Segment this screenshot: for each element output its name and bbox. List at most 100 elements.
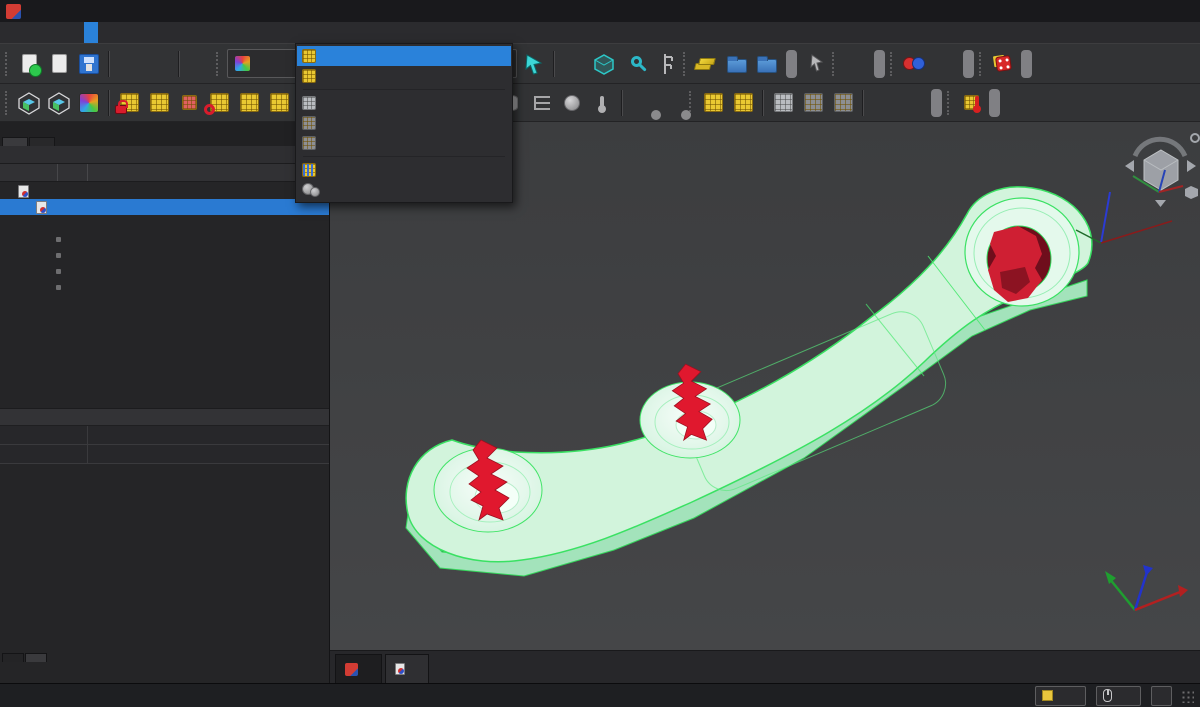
constraint-fixed-button[interactable] bbox=[114, 88, 144, 118]
tree-row-solver[interactable] bbox=[0, 279, 329, 295]
menu-solve[interactable] bbox=[98, 22, 112, 43]
mesh-thermal-button[interactable] bbox=[956, 88, 986, 118]
toolbar-grip[interactable] bbox=[5, 51, 10, 76]
tree-row-analysis[interactable] bbox=[0, 215, 329, 231]
mesh-group-button[interactable] bbox=[828, 88, 858, 118]
toolbar-grip[interactable] bbox=[216, 51, 221, 76]
mesh-refine-button[interactable] bbox=[798, 88, 828, 118]
property-value[interactable] bbox=[88, 445, 329, 463]
thermal-button[interactable] bbox=[587, 88, 617, 118]
resize-grip[interactable] bbox=[1180, 688, 1194, 703]
measure-button[interactable] bbox=[651, 49, 681, 79]
menu-item-fem-mesh-to-mesh[interactable] bbox=[297, 180, 511, 200]
menu-help[interactable] bbox=[154, 22, 168, 43]
menu-macro[interactable] bbox=[56, 22, 70, 43]
gmsh-mesh-button[interactable] bbox=[728, 88, 758, 118]
analysis-delete-button[interactable] bbox=[44, 88, 74, 118]
toolbar-grip[interactable] bbox=[947, 90, 952, 115]
property-row-placement[interactable] bbox=[0, 426, 329, 445]
constraint-displacement-button[interactable] bbox=[174, 88, 204, 118]
solver-settings-button[interactable] bbox=[627, 88, 661, 120]
mesh-convert-button[interactable] bbox=[868, 88, 898, 118]
export-button[interactable] bbox=[752, 49, 782, 79]
toolbar-expander[interactable] bbox=[963, 49, 974, 78]
toolbar-grip[interactable] bbox=[683, 51, 688, 76]
property-group-base[interactable] bbox=[0, 409, 329, 426]
text-annotation-button[interactable] bbox=[841, 49, 871, 79]
zoom-button[interactable] bbox=[620, 49, 650, 79]
tree-row-constraint-force[interactable] bbox=[0, 247, 329, 263]
menu-model[interactable] bbox=[70, 22, 84, 43]
tab-start-page[interactable] bbox=[335, 654, 382, 683]
toolbar-grip[interactable] bbox=[890, 51, 895, 76]
constraint-pulley-button[interactable] bbox=[234, 88, 264, 118]
toolbar-expander[interactable] bbox=[786, 49, 797, 78]
dimension-selector[interactable] bbox=[1151, 685, 1172, 706]
select-tool-button[interactable] bbox=[519, 49, 549, 79]
constraint-force-button[interactable] bbox=[144, 88, 174, 118]
new-document-button[interactable] bbox=[14, 49, 44, 79]
clipping-off-button[interactable] bbox=[898, 88, 928, 118]
menu-item-netgen-mesh[interactable] bbox=[297, 46, 511, 66]
toolbar-grip[interactable] bbox=[832, 51, 837, 76]
part-button[interactable] bbox=[692, 49, 722, 79]
toolbar-grip[interactable] bbox=[5, 90, 10, 115]
mesh-result-button[interactable] bbox=[74, 88, 104, 118]
tree-row-material-solid[interactable] bbox=[0, 263, 329, 279]
menu-item-mesh-group[interactable] bbox=[297, 133, 511, 153]
menu-item-gmsh-mesh[interactable] bbox=[297, 66, 511, 86]
refresh-button[interactable] bbox=[184, 49, 214, 79]
tree-row-document[interactable] bbox=[0, 183, 329, 199]
toolbar-expander[interactable] bbox=[931, 88, 942, 117]
toolbar-grip[interactable] bbox=[979, 51, 984, 76]
stop-button[interactable] bbox=[559, 49, 589, 79]
navigation-style-selector[interactable] bbox=[1096, 685, 1141, 706]
menu-edit[interactable] bbox=[14, 22, 28, 43]
view-cube-button[interactable] bbox=[589, 49, 619, 79]
close-button[interactable] bbox=[1152, 0, 1194, 22]
toolbar-expander[interactable] bbox=[874, 49, 885, 78]
column-label-attr[interactable] bbox=[0, 164, 58, 181]
folder-button[interactable] bbox=[722, 49, 752, 79]
column-internal-name[interactable] bbox=[88, 164, 329, 181]
mesh-boundary-button[interactable] bbox=[768, 88, 798, 118]
tab-model[interactable] bbox=[2, 137, 28, 146]
dice-tool-button[interactable] bbox=[988, 49, 1018, 79]
fluid-annotation-button[interactable] bbox=[930, 49, 960, 79]
toolbar-expander[interactable] bbox=[989, 88, 1000, 117]
column-description[interactable] bbox=[58, 164, 88, 181]
undo-button[interactable] bbox=[114, 49, 144, 79]
toolbar-expander[interactable] bbox=[1021, 49, 1032, 78]
result-sphere-button[interactable] bbox=[557, 88, 587, 118]
boundary-layer-button[interactable] bbox=[527, 88, 557, 118]
maximize-button[interactable] bbox=[1110, 0, 1152, 22]
menu-item-delete-elements[interactable] bbox=[297, 160, 511, 180]
open-document-button[interactable] bbox=[44, 49, 74, 79]
netgen-mesh-button[interactable] bbox=[698, 88, 728, 118]
menu-file[interactable] bbox=[0, 22, 14, 43]
menu-utilities[interactable] bbox=[126, 22, 140, 43]
property-value[interactable] bbox=[88, 426, 329, 444]
menu-tools[interactable] bbox=[42, 22, 56, 43]
tree-row-part[interactable] bbox=[0, 199, 329, 215]
grid-size-selector[interactable] bbox=[1035, 685, 1086, 706]
property-row-label[interactable] bbox=[0, 445, 329, 464]
menu-view[interactable] bbox=[28, 22, 42, 43]
tree-row-constraint-fixed[interactable] bbox=[0, 231, 329, 247]
menu-mesh[interactable] bbox=[84, 22, 98, 43]
solver-run-button[interactable] bbox=[657, 88, 691, 120]
save-button[interactable] bbox=[74, 49, 104, 79]
tab-view[interactable] bbox=[2, 653, 24, 662]
minimize-button[interactable] bbox=[1068, 0, 1110, 22]
tab-tasks[interactable] bbox=[29, 137, 55, 146]
tab-untitled-document[interactable] bbox=[385, 654, 429, 683]
constraint-toggle-button[interactable] bbox=[899, 49, 929, 79]
fem-toolbar-button[interactable] bbox=[264, 88, 294, 118]
menu-windows[interactable] bbox=[140, 22, 154, 43]
menu-item-boundary-layer[interactable] bbox=[297, 93, 511, 113]
whats-this-button[interactable] bbox=[800, 49, 830, 79]
menu-item-mesh-refinement[interactable] bbox=[297, 113, 511, 133]
tab-data[interactable] bbox=[25, 653, 47, 662]
menu-results[interactable] bbox=[112, 22, 126, 43]
analysis-container-button[interactable] bbox=[14, 88, 44, 118]
